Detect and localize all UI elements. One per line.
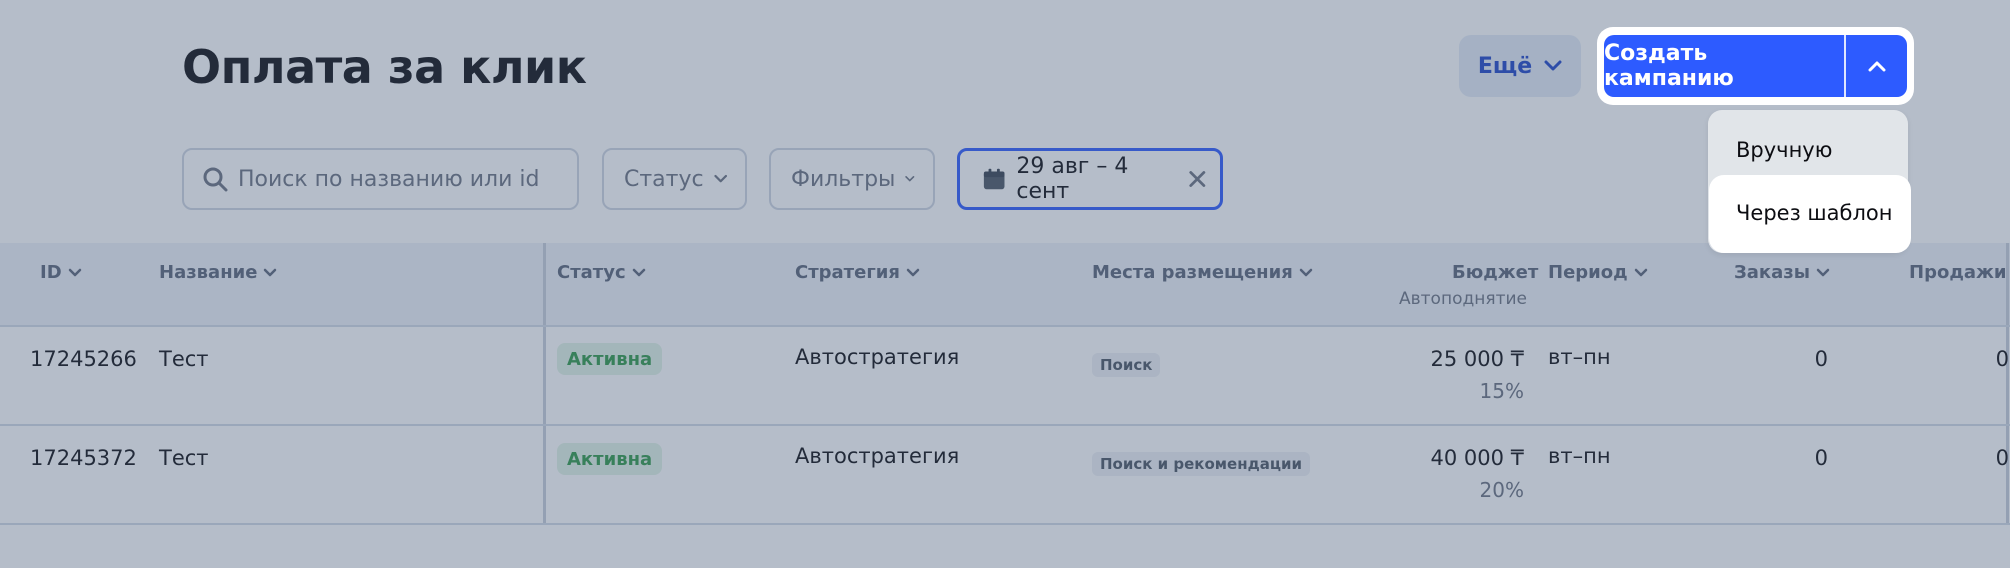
menu-item-template[interactable]: Через шаблон — [1736, 201, 1892, 225]
menu-item-manual[interactable]: Вручную — [1736, 138, 1832, 162]
create-campaign-button[interactable]: Создать кампанию — [1604, 35, 1907, 97]
create-campaign-toggle[interactable] — [1846, 35, 1907, 97]
chevron-up-icon — [1868, 61, 1885, 72]
create-campaign-label[interactable]: Создать кампанию — [1604, 35, 1846, 97]
